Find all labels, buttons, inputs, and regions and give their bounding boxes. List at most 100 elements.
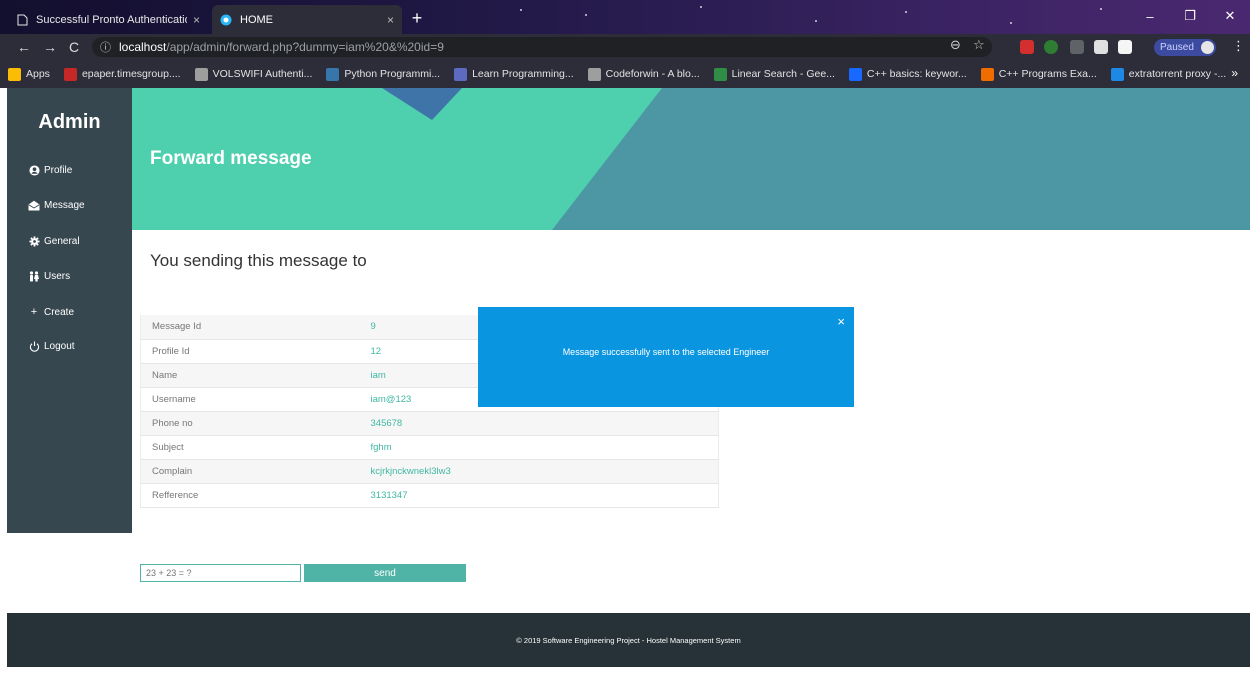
bookmark-label: C++ Programs Exa... — [998, 68, 1097, 80]
cpp-icon — [980, 67, 994, 81]
close-tab-icon[interactable]: × — [387, 13, 394, 27]
bookmark-item[interactable]: Learn Programming... — [454, 67, 574, 81]
success-alert: × Message successfully sent to the selec… — [478, 307, 854, 407]
maximize-button[interactable]: ❐ — [1175, 6, 1205, 26]
extension-icon[interactable] — [1070, 40, 1084, 54]
page-header-banner: Forward message — [132, 88, 1250, 230]
address-bar[interactable]: ⓘ localhost/app/admin/forward.php?dummy=… — [92, 37, 992, 57]
bookmark-star-icon[interactable]: ☆ — [973, 37, 985, 53]
python-icon — [326, 67, 340, 81]
row-value: 345678 — [365, 411, 719, 436]
menu-icon[interactable]: ⋮ — [1232, 38, 1245, 54]
bookmark-label: Python Programmi... — [344, 68, 441, 80]
new-tab-button[interactable]: + — [406, 8, 428, 28]
more-bookmarks-icon[interactable]: » — [1231, 66, 1238, 80]
bookmark-item[interactable]: C++ Programs Exa... — [980, 67, 1097, 81]
bookmark-label: epaper.timesgroup.... — [81, 68, 181, 80]
star-decoration — [1010, 22, 1012, 24]
geeks-icon — [713, 67, 727, 81]
users-icon — [28, 271, 40, 282]
bookmark-item[interactable]: epaper.timesgroup.... — [63, 67, 181, 81]
extension-icon[interactable] — [1094, 40, 1108, 54]
bookmark-item[interactable]: Codeforwin - A blo... — [587, 67, 700, 81]
bookmark-label: Codeforwin - A blo... — [605, 68, 700, 80]
avatar — [1200, 41, 1214, 54]
table-row: Refference 3131347 — [140, 483, 719, 508]
profile-status: Paused — [1160, 42, 1194, 53]
row-label: Refference — [140, 483, 366, 508]
tab-successful-pronto-authentication[interactable]: Successful Pronto Authentication × — [8, 5, 208, 34]
sidebar-item-label: Create — [44, 306, 75, 318]
row-label: Message Id — [140, 315, 366, 340]
bookmark-label: Learn Programming... — [472, 68, 574, 80]
tab-title: Successful Pronto Authentication — [36, 13, 187, 26]
bookmark-label: extratorrent proxy -... — [1128, 68, 1227, 80]
profile-button[interactable]: Paused — [1154, 39, 1216, 56]
url-path: /app/admin/forward.php?dummy=iam%20&%20i… — [166, 40, 444, 54]
bookmark-item[interactable]: Apps — [8, 67, 50, 81]
bookmark-item[interactable]: Linear Search - Gee... — [713, 67, 835, 81]
sidebar-title: Admin — [38, 111, 101, 133]
sidebar-item-general[interactable]: General — [28, 236, 80, 247]
bookmark-label: C++ basics: keywor... — [866, 68, 967, 80]
send-button[interactable]: send — [304, 564, 466, 582]
minimize-button[interactable]: – — [1135, 6, 1165, 26]
sidebar-item-users[interactable]: Users — [28, 271, 70, 282]
bookmark-label: Apps — [26, 68, 50, 80]
bookmark-item[interactable]: Python Programmi... — [326, 67, 441, 81]
sidebar-item-logout[interactable]: Logout — [28, 341, 75, 352]
row-label: Complain — [140, 459, 366, 484]
close-icon[interactable]: × — [837, 314, 845, 329]
extension-icon[interactable] — [1118, 40, 1132, 54]
is-icon — [1110, 67, 1124, 81]
captcha-input[interactable] — [140, 564, 301, 582]
grammarly-extension-icon[interactable] — [1044, 40, 1058, 54]
page-title: Forward message — [150, 148, 312, 169]
footer-text: © 2019 Software Engineering Project - Ho… — [516, 635, 741, 645]
star-decoration — [520, 9, 522, 11]
zoom-icon[interactable]: ⊖ — [950, 37, 961, 53]
pdf-extension-icon[interactable] — [1020, 40, 1034, 54]
forward-button[interactable]: → — [40, 37, 60, 57]
star-decoration — [1100, 8, 1102, 10]
sidebar-item-create[interactable]: + Create — [28, 306, 74, 318]
sidebar-item-profile[interactable]: Profile — [28, 165, 72, 176]
sidebar-item-label: Logout — [44, 341, 75, 352]
back-button[interactable]: ← — [14, 37, 34, 57]
user-circle-icon — [28, 165, 40, 176]
tab-home[interactable]: HOME × — [212, 5, 402, 34]
row-label: Profile Id — [140, 339, 366, 364]
bookmark-item[interactable]: extratorrent proxy -... — [1110, 67, 1227, 81]
row-label: Phone no — [140, 411, 366, 436]
behance-icon — [848, 67, 862, 81]
tab-title: HOME — [240, 13, 273, 26]
section-heading: You sending this message to — [150, 251, 367, 270]
page-icon — [194, 67, 208, 81]
sidebar: Admin Profile Message General Users + Cr… — [7, 88, 132, 533]
alert-message: Message successfully sent to the selecte… — [562, 347, 770, 357]
reload-button[interactable]: C — [64, 37, 84, 57]
plus-icon: + — [30, 306, 38, 318]
browser-toolbar: ← → C ⓘ localhost/app/admin/forward.php?… — [0, 34, 1250, 60]
close-window-button[interactable]: ✕ — [1215, 6, 1245, 26]
page-icon — [16, 14, 28, 26]
row-value: kcjrkjnckwnekl3lw3 — [365, 459, 719, 484]
star-decoration — [815, 20, 817, 22]
site-icon — [220, 14, 232, 26]
star-decoration — [905, 11, 907, 13]
apps-grid-icon — [8, 67, 21, 81]
footer: © 2019 Software Engineering Project - Ho… — [7, 613, 1250, 667]
times-icon — [63, 67, 77, 81]
envelope-open-icon — [28, 200, 40, 211]
row-label: Username — [140, 387, 366, 412]
bookmarks-bar: Apps epaper.timesgroup.... VOLSWIFI Authen… — [0, 60, 1250, 88]
close-tab-icon[interactable]: × — [193, 13, 200, 27]
sidebar-item-message[interactable]: Message — [28, 200, 85, 211]
info-icon[interactable]: ⓘ — [100, 39, 111, 55]
bookmark-item[interactable]: VOLSWIFI Authenti... — [194, 67, 312, 81]
sidebar-item-label: Profile — [44, 165, 73, 176]
row-value: fghm — [365, 435, 719, 460]
bookmark-item[interactable]: C++ basics: keywor... — [848, 67, 967, 81]
row-label: Subject — [140, 435, 366, 460]
book-icon — [454, 67, 468, 81]
